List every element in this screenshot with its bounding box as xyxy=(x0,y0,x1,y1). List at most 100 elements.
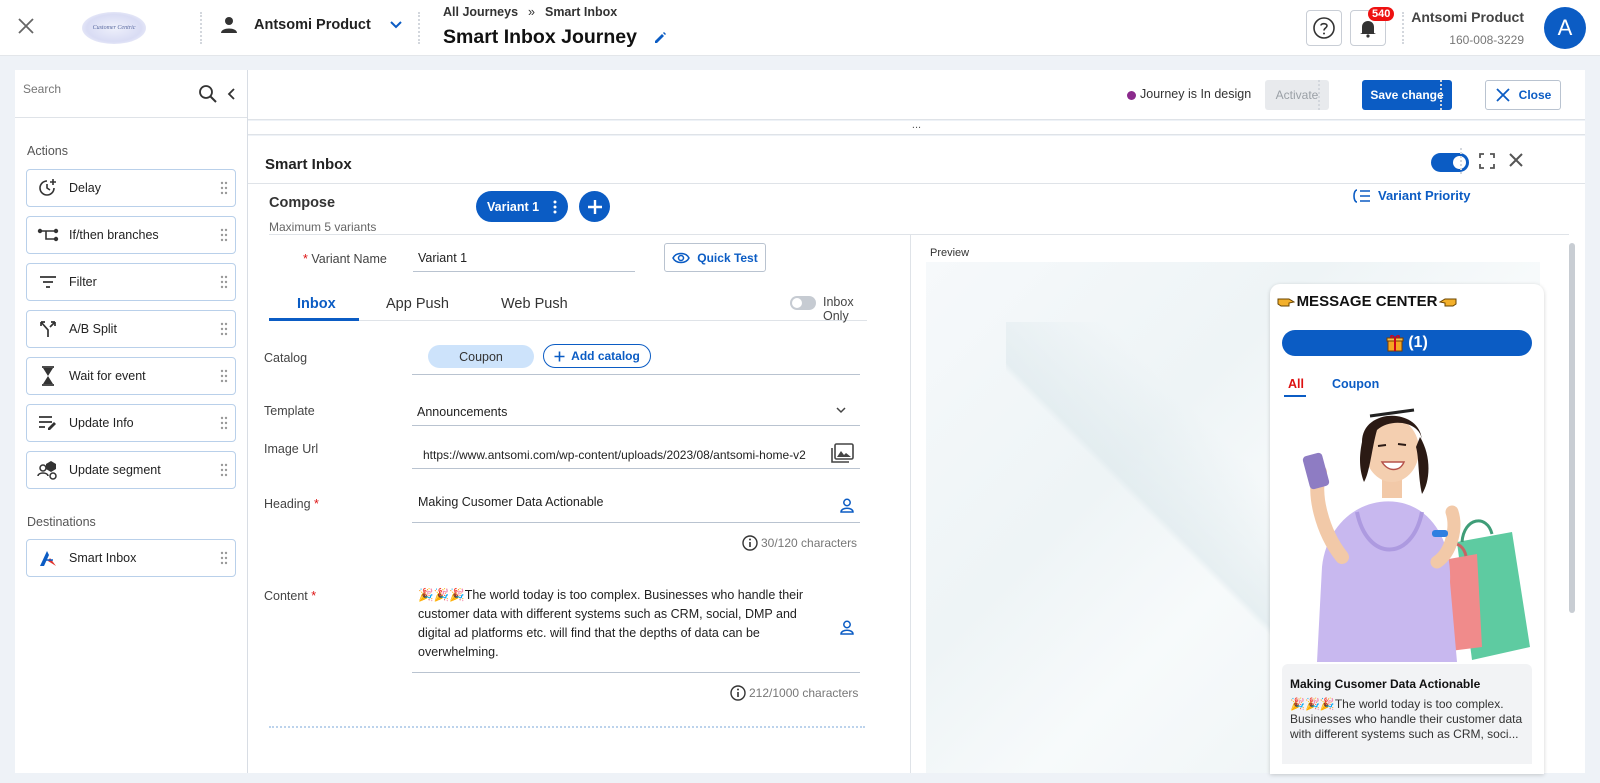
drag-handle-icon[interactable] xyxy=(213,551,235,565)
breadcrumb: All Journeys » Smart Inbox xyxy=(443,5,617,19)
quick-test-button[interactable]: Quick Test xyxy=(664,243,766,272)
more-vertical-icon[interactable] xyxy=(553,200,557,214)
breadcrumb-current: Smart Inbox xyxy=(544,5,618,19)
segment-icon xyxy=(27,459,69,481)
chevron-left-icon[interactable] xyxy=(227,87,237,101)
expand-icon[interactable] xyxy=(1479,153,1495,169)
template-value: Announcements xyxy=(417,405,508,419)
drag-handle-icon[interactable] xyxy=(213,463,235,477)
logo: Customer Centric xyxy=(82,12,146,44)
message-card-body: 🎉🎉🎉The world today is too complex. Busin… xyxy=(1290,697,1523,741)
divider xyxy=(910,235,911,773)
add-catalog-button[interactable]: Add catalog xyxy=(543,344,651,368)
divider xyxy=(418,12,420,44)
personalize-icon[interactable] xyxy=(840,498,854,513)
drag-handle-icon[interactable] xyxy=(213,322,235,336)
drag-handle-icon[interactable] xyxy=(213,228,235,242)
save-change-button[interactable]: Save change xyxy=(1362,80,1452,110)
pencil-icon[interactable] xyxy=(653,31,667,45)
search-icon[interactable] xyxy=(198,84,218,104)
smart-inbox-panel: Smart Inbox Compose Maximum 5 variants V… xyxy=(248,136,1585,774)
message-card[interactable]: Making Cusomer Data Actionable 🎉🎉🎉The wo… xyxy=(1282,664,1532,764)
add-variant-button[interactable] xyxy=(579,191,610,222)
personalize-icon[interactable] xyxy=(840,620,854,635)
gift-count-bar[interactable]: (1) xyxy=(1282,330,1532,356)
divider xyxy=(1402,12,1404,44)
user-name: Antsomi Product xyxy=(1411,9,1524,25)
action-ab-split[interactable]: A/B Split xyxy=(26,310,236,348)
action-delay[interactable]: Delay xyxy=(26,169,236,207)
template-label: Template xyxy=(264,404,315,418)
bell-icon xyxy=(1358,18,1378,38)
drag-handle-icon[interactable] xyxy=(213,181,235,195)
variant-tab-1[interactable]: Variant 1 xyxy=(476,191,568,222)
action-filter[interactable]: Filter xyxy=(26,263,236,301)
chevron-down-icon[interactable] xyxy=(389,18,403,32)
active-tab-indicator xyxy=(1284,395,1306,397)
action-update-segment[interactable]: Update segment xyxy=(26,451,236,489)
divider xyxy=(269,726,865,728)
breadcrumb-separator: » xyxy=(528,5,535,19)
variant-priority-button[interactable]: Variant Priority xyxy=(1351,188,1470,203)
catalog-chip-coupon[interactable]: Coupon xyxy=(428,345,534,368)
action-if-then-branches[interactable]: If/then branches xyxy=(26,216,236,254)
variant-label: Variant 1 xyxy=(487,199,540,214)
inbox-only-toggle[interactable] xyxy=(790,296,816,310)
scrollbar[interactable] xyxy=(1569,243,1575,613)
image-library-icon[interactable] xyxy=(826,443,854,463)
close-icon[interactable] xyxy=(14,14,38,38)
close-button[interactable]: Close xyxy=(1485,80,1561,110)
action-label: Wait for event xyxy=(69,369,146,383)
content-field[interactable]: 🎉🎉🎉The world today is too complex. Busin… xyxy=(412,580,860,673)
variant-priority-label: Variant Priority xyxy=(1378,188,1471,203)
actions-heading: Actions xyxy=(27,144,68,158)
tab-inbox[interactable]: Inbox xyxy=(297,296,336,312)
destinations-heading: Destinations xyxy=(27,515,96,529)
close-panel-icon[interactable] xyxy=(1508,152,1524,168)
close-button-label: Close xyxy=(1518,88,1552,102)
message-card-heading: Making Cusomer Data Actionable xyxy=(1290,677,1481,691)
tab-app-push[interactable]: App Push xyxy=(386,296,449,312)
inbox-only-label: Inbox Only xyxy=(823,295,854,323)
help-button[interactable] xyxy=(1306,10,1342,46)
variant-name-field[interactable]: Variant 1 xyxy=(413,244,635,272)
pointing-hand-icon xyxy=(1277,296,1295,308)
hero-image xyxy=(1282,402,1532,662)
message-center-preview: MESSAGE CENTER (1) All Coupon Making Cus… xyxy=(1270,284,1544,774)
status-dot xyxy=(1127,91,1136,100)
notification-badge: 540 xyxy=(1368,7,1395,21)
preview-tab-all[interactable]: All xyxy=(1288,377,1304,391)
top-bar: Customer Centric Antsomi Product All Jou… xyxy=(0,0,1600,56)
enable-toggle[interactable] xyxy=(1431,153,1469,172)
plus-icon xyxy=(554,351,565,362)
drag-handle-icon[interactable] xyxy=(213,369,235,383)
divider xyxy=(1318,80,1320,110)
account-switcher[interactable]: Antsomi Product xyxy=(220,16,403,34)
destination-smart-inbox[interactable]: Smart Inbox xyxy=(26,539,236,577)
avatar[interactable]: A xyxy=(1544,7,1586,49)
template-select[interactable]: Announcements xyxy=(412,398,860,426)
plus-icon xyxy=(587,199,603,215)
heading-field[interactable]: Making Cusomer Data Actionable xyxy=(412,487,860,523)
action-update-info[interactable]: Update Info xyxy=(26,404,236,442)
heading-label-text: Heading xyxy=(264,497,311,511)
search-input[interactable] xyxy=(23,82,183,96)
split-icon xyxy=(27,320,69,338)
preview-tab-coupon[interactable]: Coupon xyxy=(1332,377,1379,391)
account-name: Antsomi Product xyxy=(254,17,371,33)
journey-status: Journey is In design xyxy=(1140,87,1252,101)
required-mark: * xyxy=(307,589,317,603)
journey-toolbar: Journey is In design Activate Save chang… xyxy=(248,70,1585,120)
breadcrumb-all-journeys[interactable]: All Journeys xyxy=(443,5,518,19)
drag-handle-icon[interactable] xyxy=(213,416,235,430)
content-label: Content * xyxy=(264,589,316,603)
resize-handle[interactable]: ... xyxy=(248,120,1585,135)
action-label: Delay xyxy=(69,181,101,195)
user-phone: 160-008-3229 xyxy=(1449,33,1524,47)
page-title-row: Smart Inbox Journey xyxy=(443,26,667,49)
compose-title: Compose xyxy=(269,195,336,211)
action-wait-for-event[interactable]: Wait for event xyxy=(26,357,236,395)
tab-web-push[interactable]: Web Push xyxy=(501,296,568,312)
drag-handle-icon[interactable] xyxy=(213,275,235,289)
image-url-field[interactable]: https://www.antsomi.com/wp-content/uploa… xyxy=(412,439,860,469)
